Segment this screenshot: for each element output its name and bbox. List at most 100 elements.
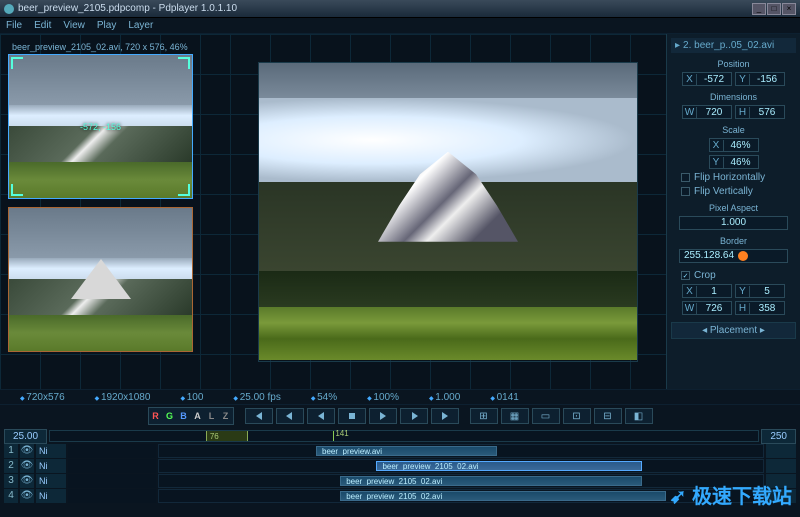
timeline-track-1: 1 👁 Ni beer_preview.avi (4, 444, 796, 458)
goto-end-button[interactable] (431, 408, 459, 424)
track-visibility-icon[interactable]: 👁 (20, 444, 34, 458)
thumbnail-1-label: beer_preview_2105_02.avi, 720 x 576, 46% (8, 42, 222, 52)
thumbnail-panel: beer_preview_2105_02.avi, 720 x 576, 46%… (0, 34, 230, 389)
scale-y-field[interactable]: Y46% (709, 155, 759, 169)
close-button[interactable]: × (782, 3, 796, 15)
status-res1: 720x576 (20, 392, 65, 403)
position-y-field[interactable]: Y-156 (735, 72, 785, 86)
tool-2[interactable]: ▦ (501, 408, 529, 424)
crop-y-field[interactable]: Y5 (735, 284, 785, 298)
dimensions-w-field[interactable]: W720 (682, 105, 732, 119)
status-res2: 1920x1080 (95, 392, 151, 403)
menu-file[interactable]: File (6, 20, 22, 31)
track-name[interactable]: Ni (36, 489, 66, 503)
track-strip[interactable]: beer_preview.avi (158, 444, 764, 458)
range-start[interactable]: 25.00 (4, 429, 47, 444)
track-visibility-icon[interactable]: 👁 (20, 474, 34, 488)
flip-v-checkbox[interactable] (681, 187, 690, 196)
channel-l[interactable]: L (205, 408, 219, 424)
track-name[interactable]: Ni (36, 474, 66, 488)
clip[interactable]: beer_preview_2105_02.avi (340, 476, 642, 486)
clip[interactable]: beer_preview_2105_02.avi (340, 491, 666, 501)
range-end[interactable]: 250 (761, 429, 796, 444)
stop-button[interactable] (338, 408, 366, 424)
position-label: Position (671, 59, 796, 69)
window-title: beer_preview_2105.pdpcomp - Pdplayer 1.0… (18, 3, 237, 14)
track-strip[interactable]: beer_preview_2105_02.avi (158, 489, 764, 503)
channel-g[interactable]: G (163, 408, 177, 424)
track-name[interactable]: Ni (36, 459, 66, 473)
track-visibility-icon[interactable]: 👁 (20, 489, 34, 503)
crop-h-field[interactable]: H358 (735, 301, 785, 315)
play-button[interactable] (369, 408, 397, 424)
channel-r[interactable]: R (149, 408, 163, 424)
crop-handle-tl[interactable] (11, 57, 23, 69)
channel-z[interactable]: Z (219, 408, 233, 424)
crop-w-field[interactable]: W726 (682, 301, 732, 315)
goto-start-button[interactable] (245, 408, 273, 424)
app-icon (4, 4, 14, 14)
tool-6[interactable]: ◧ (625, 408, 653, 424)
workspace: beer_preview_2105_02.avi, 720 x 576, 46%… (0, 34, 800, 389)
layer-header[interactable]: ▸ 2. beer_p..05_02.avi (671, 38, 796, 53)
channel-buttons: R G B A L Z (148, 407, 234, 425)
track-strip[interactable]: beer_preview_2105_02.avi (158, 459, 764, 473)
crop-handle-bl[interactable] (11, 184, 23, 196)
scale-x-field[interactable]: X46% (709, 138, 759, 152)
menu-layer[interactable]: Layer (128, 20, 153, 31)
tool-3[interactable]: ▭ (532, 408, 560, 424)
pixel-aspect-field[interactable]: 1.000 (679, 216, 788, 230)
flip-h-label: Flip Horizontally (694, 172, 765, 183)
border-label: Border (671, 236, 796, 246)
play-reverse-button[interactable] (307, 408, 335, 424)
tool-4[interactable]: ⊡ (563, 408, 591, 424)
crop-handle-tr[interactable] (178, 57, 190, 69)
channel-a[interactable]: A (191, 408, 205, 424)
timeline-ruler[interactable]: 25.00 76 250 (4, 429, 796, 443)
tool-5[interactable]: ⊟ (594, 408, 622, 424)
status-zoom: 100 (180, 392, 203, 403)
collapse-icon[interactable]: ▸ (675, 40, 680, 51)
status-frame: 0141 (490, 392, 519, 403)
menu-view[interactable]: View (63, 20, 85, 31)
position-readout: -572, -156 (80, 122, 121, 132)
position-x-field[interactable]: X-572 (682, 72, 732, 86)
thumbnail-2[interactable] (8, 207, 222, 352)
clip[interactable]: beer_preview_2105_02.avi (376, 461, 642, 471)
in-point-marker[interactable]: 76 (206, 431, 248, 441)
maximize-button[interactable]: □ (767, 3, 781, 15)
track-name[interactable]: Ni (36, 444, 66, 458)
channel-b[interactable]: B (177, 408, 191, 424)
transport-bar: R G B A L Z ⊞ ▦ ▭ ⊡ ⊟ ◧ (0, 405, 800, 427)
next-frame-button[interactable] (400, 408, 428, 424)
crop-label: Crop (694, 270, 716, 281)
crop-x-field[interactable]: X1 (682, 284, 732, 298)
flip-h-checkbox[interactable] (681, 173, 690, 182)
menubar: File Edit View Play Layer (0, 18, 800, 34)
menu-edit[interactable]: Edit (34, 20, 51, 31)
minimize-button[interactable]: _ (752, 3, 766, 15)
border-field[interactable]: 255.128.64 (679, 249, 788, 263)
tool-1[interactable]: ⊞ (470, 408, 498, 424)
crop-handle-br[interactable] (178, 184, 190, 196)
layer-name: 2. beer_p..05_02.avi (683, 40, 774, 51)
border-color-swatch[interactable] (738, 251, 748, 261)
timeline-track-3: 3 👁 Ni beer_preview_2105_02.avi (4, 474, 796, 488)
placement-button[interactable]: ◂ Placement ▸ (671, 322, 796, 339)
track-visibility-icon[interactable]: 👁 (20, 459, 34, 473)
dimensions-h-field[interactable]: H576 (735, 105, 785, 119)
crop-checkbox[interactable] (681, 271, 690, 280)
track-number: 4 (4, 489, 18, 503)
clip[interactable]: beer_preview.avi (316, 446, 497, 456)
viewport[interactable] (230, 34, 666, 389)
menu-play[interactable]: Play (97, 20, 116, 31)
track-number: 3 (4, 474, 18, 488)
pixel-aspect-label: Pixel Aspect (671, 203, 796, 213)
prev-frame-button[interactable] (276, 408, 304, 424)
status-pct2: 100% (367, 392, 399, 403)
thumbnail-1[interactable]: beer_preview_2105_02.avi, 720 x 576, 46%… (8, 42, 222, 199)
playhead[interactable] (333, 431, 334, 441)
properties-panel: ▸ 2. beer_p..05_02.avi Position X-572 Y-… (666, 34, 800, 389)
status-val: 1.000 (429, 392, 460, 403)
track-strip[interactable]: beer_preview_2105_02.avi (158, 474, 764, 488)
